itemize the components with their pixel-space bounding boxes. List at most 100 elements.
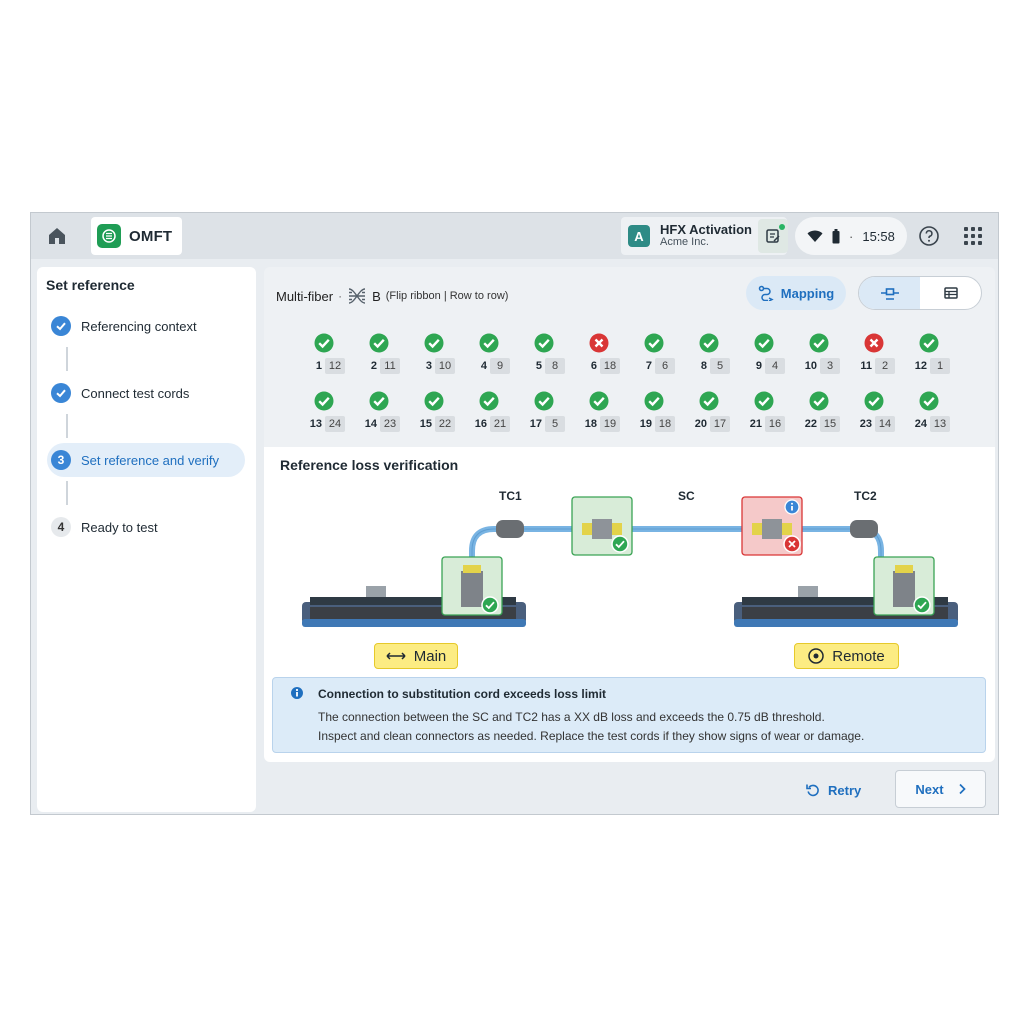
fiber-number: 13 (309, 418, 322, 430)
fiber-number: 23 (859, 418, 872, 430)
omft-logo-icon (97, 224, 121, 248)
fiber-pass-check-icon (919, 391, 939, 411)
step-set-reference-and-verify[interactable]: 3 Set reference and verify (47, 443, 245, 477)
step-ready-to-test[interactable]: 4 Ready to test (47, 510, 245, 544)
fiber-pair-number: 9 (490, 358, 510, 374)
fiber-cell[interactable]: 3 10 (414, 333, 469, 379)
fiber-cell[interactable]: 112 (304, 333, 359, 379)
sidebar-title: Set reference (46, 277, 135, 293)
fiber-cell[interactable]: 49 (469, 333, 524, 379)
fiber-pair-number: 21 (490, 416, 510, 432)
polarity-flip-icon (348, 288, 366, 304)
fiber-cell[interactable]: 16 21 (469, 391, 524, 437)
table-view-button[interactable] (920, 277, 981, 309)
fiber-pair-number: 15 (820, 416, 840, 432)
fiber-pass-check-icon (314, 333, 334, 353)
fiber-pass-check-icon (534, 391, 554, 411)
next-button[interactable]: Next (895, 770, 986, 808)
fiber-number: 10 (804, 360, 817, 372)
step-connector (66, 414, 68, 438)
reference-verification-panel: Reference loss verification TC1 SC TC2 M… (264, 447, 995, 762)
top-bar: OMFT A HFX Activation Acme Inc. · 15:58 (31, 213, 998, 259)
chevron-right-icon (958, 783, 966, 795)
fiber-cell[interactable]: 24 13 (909, 391, 964, 437)
connection-info-icon (784, 499, 800, 515)
fiber-row-1: 1 12 2 11 3 10 4 9 5 8 6 18 7 6 8 5 9 4 10 3 11 2 12 1 (304, 333, 964, 379)
table-view-icon (943, 287, 958, 299)
fiber-cell[interactable]: 6 18 (579, 333, 634, 379)
battery-icon (832, 228, 840, 243)
app-tab-omft[interactable]: OMFT (91, 217, 182, 255)
fiber-number: 16 (474, 418, 487, 430)
fiber-pair-number: 14 (875, 416, 895, 432)
step-label: Ready to test (81, 519, 158, 535)
fiber-cell[interactable]: 85 (689, 333, 744, 379)
fiber-cell[interactable]: 18 19 (579, 391, 634, 437)
help-icon[interactable] (917, 224, 941, 248)
fiber-cell[interactable]: 20 17 (689, 391, 744, 437)
fiber-number: 24 (914, 418, 927, 430)
fiber-pass-check-icon (479, 333, 499, 353)
info-icon (290, 687, 303, 699)
step-number: 4 (51, 517, 71, 537)
fiber-cell[interactable]: 12 1 (909, 333, 964, 379)
fiber-number: 4 (480, 360, 487, 372)
fiber-pass-check-icon (919, 333, 939, 353)
fiber-cell[interactable]: 15 22 (414, 391, 469, 437)
fiber-pair-number: 17 (710, 416, 730, 432)
step-complete-check-icon (51, 316, 71, 336)
mapping-button[interactable]: Mapping (746, 276, 846, 310)
fiber-cell[interactable]: 22 15 (799, 391, 854, 437)
fiber-number: 18 (584, 418, 597, 430)
fiber-pair-number: 5 (710, 358, 730, 374)
header-separator: · (338, 289, 343, 303)
fiber-fail-x-icon (864, 333, 884, 353)
clock: 15:58 (862, 228, 895, 244)
notes-button[interactable] (758, 219, 788, 253)
fiber-cell[interactable]: 23 14 (854, 391, 909, 437)
fiber-cell[interactable]: 17 5 (524, 391, 579, 437)
fiber-number: 3 (425, 360, 432, 372)
fiber-cell[interactable]: 58 (524, 333, 579, 379)
mapping-label: Mapping (780, 285, 835, 301)
tc1-sc-connection-pass (571, 496, 633, 556)
step-referencing-context[interactable]: Referencing context (47, 309, 245, 343)
fiber-pair-number: 2 (875, 358, 895, 374)
home-icon[interactable] (45, 224, 69, 248)
main-unit-label: Main (374, 643, 458, 669)
fiber-cell[interactable]: 21 16 (744, 391, 799, 437)
fiber-pass-check-icon (424, 391, 444, 411)
fiber-number: 19 (639, 418, 652, 430)
fiber-results-panel: Multi-fiber · B (Flip ribbon | Row to ro… (264, 267, 995, 447)
fiber-cell[interactable]: 14 23 (359, 391, 414, 437)
fiber-pair-number: 10 (435, 358, 455, 374)
fiber-cell[interactable]: 2 11 (359, 333, 414, 379)
fiber-cell[interactable]: 112 (854, 333, 909, 379)
remote-label-text: Remote (832, 647, 885, 665)
main-content: Multi-fiber · B (Flip ribbon | Row to ro… (264, 267, 995, 762)
retry-button[interactable]: Retry (806, 775, 870, 805)
time-separator: · (849, 228, 854, 244)
fiber-cell[interactable]: 19 18 (634, 391, 689, 437)
fiber-pair-number: 4 (765, 358, 785, 374)
fiber-pair-number: 19 (600, 416, 620, 432)
tc2-connector-boot (850, 520, 878, 538)
step-label: Set reference and verify (81, 452, 220, 468)
fiber-pair-number: 3 (820, 358, 840, 374)
fiber-cell[interactable]: 76 (634, 333, 689, 379)
fiber-number: 8 (700, 360, 707, 372)
fiber-cell[interactable]: 13 24 (304, 391, 359, 437)
fiber-pair-number: 8 (545, 358, 565, 374)
diagram-view-button[interactable] (859, 277, 920, 309)
fiber-pass-check-icon (699, 333, 719, 353)
remote-unit-label: Remote (794, 643, 899, 669)
fiber-pair-number: 18 (655, 416, 675, 432)
fiber-cell[interactable]: 10 3 (799, 333, 854, 379)
step-connect-test-cords[interactable]: Connect test cords (47, 376, 245, 410)
fiber-cell[interactable]: 94 (744, 333, 799, 379)
mapping-route-icon (758, 285, 774, 301)
step-connector (66, 481, 68, 505)
apps-grid-icon[interactable] (963, 226, 983, 246)
main-label-text: Main (413, 647, 447, 665)
status-area[interactable]: · 15:58 (795, 217, 907, 255)
